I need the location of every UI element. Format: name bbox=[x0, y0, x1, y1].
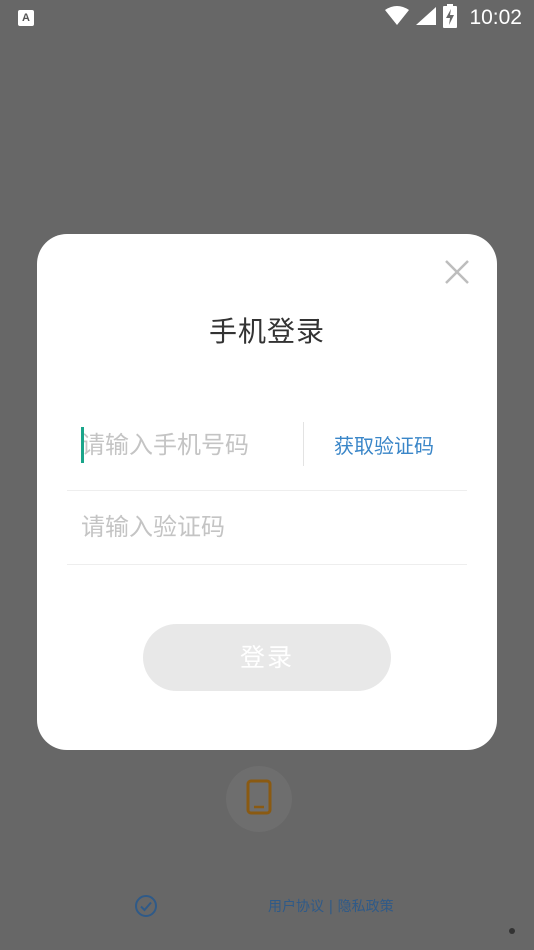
agreement-row: 用户协议 | 隐私政策 bbox=[134, 893, 394, 919]
row-divider bbox=[303, 422, 304, 466]
check-circle-icon[interactable] bbox=[134, 894, 158, 918]
code-input[interactable] bbox=[81, 502, 451, 552]
status-icons: 10:02 bbox=[385, 4, 522, 32]
code-row bbox=[67, 490, 467, 565]
status-bar: A 10:02 bbox=[0, 0, 534, 36]
floating-dot bbox=[509, 928, 515, 934]
agreement-links[interactable]: 用户协议 | 隐私政策 bbox=[268, 896, 394, 916]
status-time: 10:02 bbox=[469, 6, 522, 29]
phone-input[interactable] bbox=[81, 420, 287, 470]
modal-title: 手机登录 bbox=[208, 315, 325, 348]
phone-login-button[interactable] bbox=[226, 766, 292, 832]
battery-charging-icon bbox=[443, 4, 458, 32]
app-notification-icon: A bbox=[18, 10, 34, 26]
wifi-icon bbox=[385, 6, 410, 30]
phone-icon bbox=[246, 779, 272, 819]
text-caret bbox=[81, 427, 84, 463]
login-button[interactable]: 登录 bbox=[143, 624, 391, 691]
close-icon bbox=[441, 260, 473, 292]
phone-row: 获取验证码 bbox=[67, 420, 467, 491]
signal-icon bbox=[415, 6, 437, 30]
close-button[interactable] bbox=[441, 256, 473, 288]
login-modal: 手机登录 获取验证码 登录 bbox=[37, 234, 497, 750]
get-code-button[interactable]: 获取验证码 bbox=[334, 430, 434, 459]
